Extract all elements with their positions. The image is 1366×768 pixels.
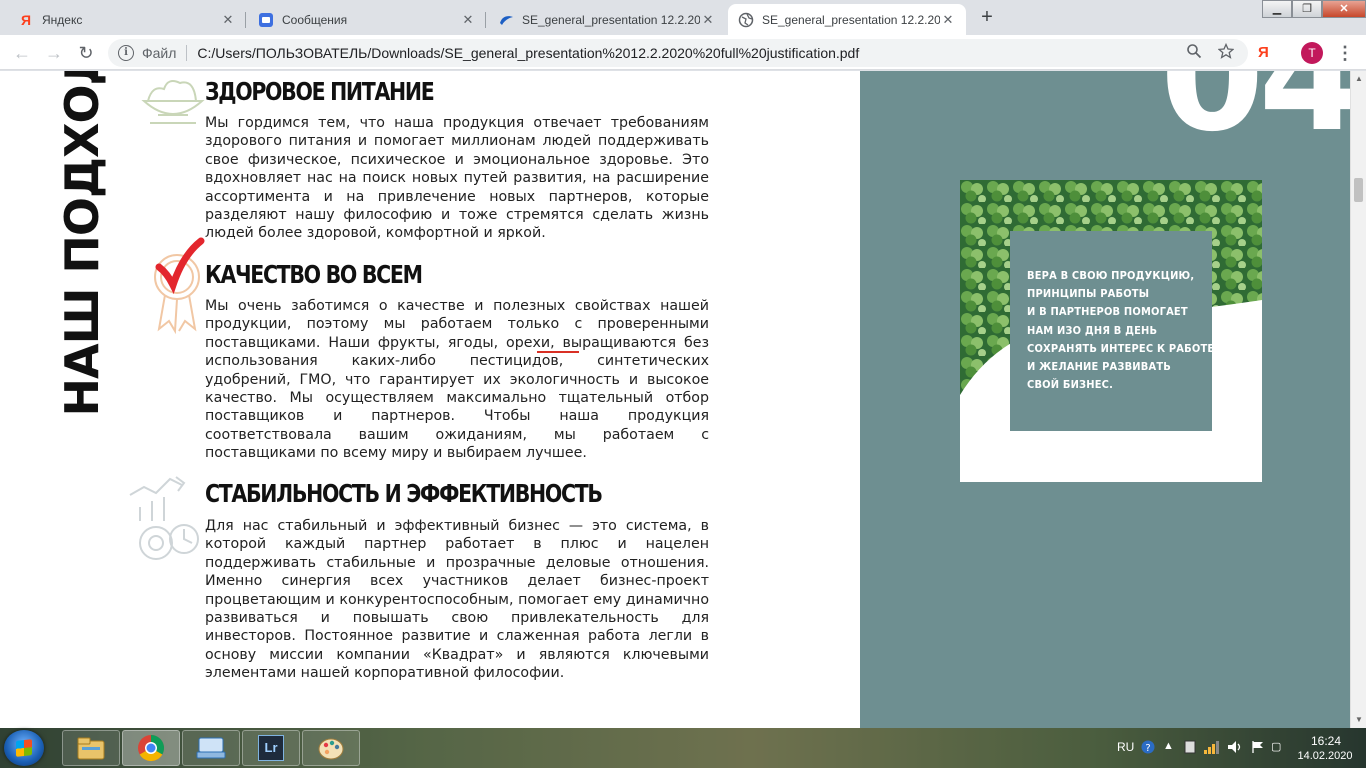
- action-center-icon[interactable]: [1183, 740, 1197, 757]
- bookmark-star-icon[interactable]: [1216, 42, 1236, 63]
- chrome-menu-icon[interactable]: ⋮: [1336, 43, 1354, 64]
- file-scheme-label: Файл: [142, 45, 177, 61]
- new-tab-button[interactable]: +: [975, 6, 999, 30]
- close-tab-icon[interactable]: ✕: [700, 12, 716, 28]
- explorer-icon[interactable]: [62, 730, 120, 766]
- section-body-quality: Мы очень заботимся о качестве и полезных…: [205, 298, 709, 462]
- quality-badge-icon: [154, 237, 205, 335]
- omnibox-divider: [186, 45, 188, 61]
- vertical-section-title: НАШ ПОДХОД: [55, 71, 109, 417]
- reload-button[interactable]: ↻: [72, 39, 100, 67]
- scroll-down-arrow-icon[interactable]: ▼: [1351, 712, 1366, 728]
- windows-taskbar: Lr RU ? ▲ ▢ 16:24 14.02.2020: [0, 728, 1366, 768]
- svg-text:?: ?: [1145, 743, 1150, 754]
- tab-yandex[interactable]: Я Яндекс ✕: [8, 4, 246, 35]
- clock-date[interactable]: 14.02.2020: [1292, 750, 1358, 762]
- paint-icon[interactable]: [302, 730, 360, 766]
- close-window-button[interactable]: ✕: [1322, 0, 1366, 18]
- section-title-quality: КАЧЕСТВО ВО ВСЕМ: [205, 260, 423, 289]
- messages-icon: [258, 12, 274, 28]
- zoom-icon[interactable]: [1184, 43, 1204, 63]
- yandex-icon: Я: [20, 11, 32, 28]
- tab-messages[interactable]: Сообщения ✕: [248, 4, 486, 35]
- show-hidden-icons-icon[interactable]: ▢: [1271, 740, 1281, 753]
- clock-time[interactable]: 16:24: [1296, 734, 1356, 748]
- network-signal-icon[interactable]: [1203, 740, 1219, 757]
- close-tab-icon[interactable]: ✕: [940, 12, 956, 28]
- scrollbar-thumb[interactable]: [1354, 178, 1363, 202]
- tab-pdf-cloud[interactable]: SE_general_presentation 12.2.202 ✕: [488, 4, 726, 35]
- back-button[interactable]: ←: [8, 39, 36, 67]
- section-body-healthy-food: Мы гордимся тем, что наша продукция отве…: [205, 115, 709, 242]
- start-button[interactable]: [4, 730, 44, 766]
- volume-icon[interactable]: [1227, 740, 1243, 757]
- section-body-stability: Для нас стабильный и эффективный бизнес …: [205, 518, 709, 682]
- healthy-food-icon: [141, 80, 205, 124]
- section-title-stability: СТАБИЛЬНОСТЬ И ЭФФЕКТИВНОСТЬ: [205, 479, 603, 508]
- system-tray: RU ? ▲ ▢ 16:24 14.02.2020: [1111, 728, 1366, 768]
- pdf-page-left: НАШ ПОДХОД ЗДОРОВОЕ ПИТАНИЕ Мы гордимся …: [0, 71, 860, 728]
- scroll-up-arrow-icon[interactable]: ▲: [1351, 71, 1366, 87]
- vertical-scrollbar[interactable]: ▲ ▼: [1350, 71, 1366, 728]
- section-title-healthy-food: ЗДОРОВОЕ ПИТАНИЕ: [205, 77, 435, 106]
- globe-icon: [738, 12, 754, 28]
- lightroom-icon[interactable]: Lr: [242, 730, 300, 766]
- url-text[interactable]: C:/Users/ПОЛЬЗОВАТЕЛЬ/Downloads/SE_gener…: [197, 45, 1184, 61]
- close-tab-icon[interactable]: ✕: [460, 12, 476, 28]
- language-indicator[interactable]: RU: [1117, 740, 1134, 754]
- forward-button[interactable]: →: [40, 39, 68, 67]
- keyboard-app-icon[interactable]: [182, 730, 240, 766]
- efficiency-gears-icon: [129, 476, 199, 560]
- spellcheck-underline: [537, 349, 579, 353]
- chrome-icon[interactable]: [122, 730, 180, 766]
- help-icon[interactable]: ?: [1141, 740, 1155, 757]
- info-icon[interactable]: i: [118, 45, 134, 61]
- close-tab-icon[interactable]: ✕: [220, 12, 236, 28]
- pdf-cloud-icon: [498, 12, 514, 28]
- quote-box: ВЕРА В СВОЮ ПРОДУКЦИЮ, ПРИНЦИПЫ РАБОТЫ И…: [1010, 231, 1214, 431]
- maximize-button[interactable]: ❐: [1292, 0, 1322, 18]
- clover-photo-card: ВЕРА В СВОЮ ПРОДУКЦИЮ, ПРИНЦИПЫ РАБОТЫ И…: [960, 180, 1262, 482]
- tab-strip: Я Яндекс ✕ Сообщения ✕ SE_general_presen…: [0, 0, 1366, 35]
- yandex-extension-icon[interactable]: Я: [1258, 44, 1269, 61]
- minimize-button[interactable]: ▁: [1262, 0, 1292, 18]
- address-bar[interactable]: i Файл C:/Users/ПОЛЬЗОВАТЕЛЬ/Downloads/S…: [108, 39, 1248, 67]
- flag-icon[interactable]: [1251, 740, 1265, 757]
- browser-toolbar: ← → ↻ i Файл C:/Users/ПОЛЬЗОВАТЕЛЬ/Downl…: [0, 35, 1366, 70]
- tray-expand-icon[interactable]: ▲: [1163, 740, 1174, 752]
- profile-avatar[interactable]: T: [1301, 42, 1323, 64]
- tab-pdf-active[interactable]: SE_general_presentation 12.2.202 ✕: [728, 4, 966, 35]
- page-number: 04: [1160, 71, 1350, 137]
